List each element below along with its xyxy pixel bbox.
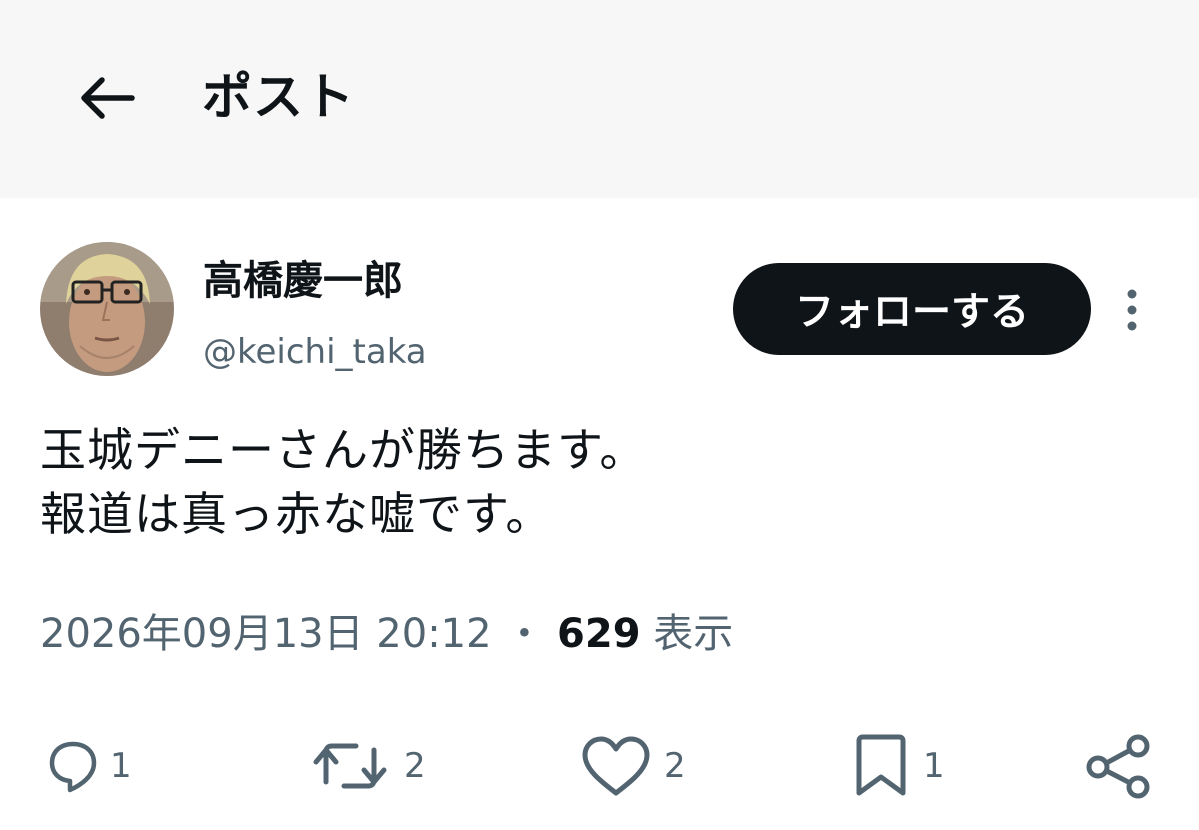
author-handle[interactable]: @keichi_taka [203, 328, 427, 376]
share-button[interactable] [1084, 730, 1152, 802]
views-count: 629 [557, 611, 641, 657]
author-name[interactable]: 高橋慶一郎 [203, 253, 403, 309]
more-vertical-icon [1127, 289, 1137, 331]
post-text-line: 報道は真っ赤な嘘です。 [40, 487, 553, 541]
views-label: 表示 [653, 611, 734, 657]
page-title: ポスト [202, 68, 355, 126]
bookmark-icon [856, 734, 906, 796]
repost-icon [313, 743, 387, 789]
bookmark-button[interactable]: 1 [851, 730, 945, 802]
post-text-line: 玉城デニーさんが勝ちます。 [40, 423, 647, 477]
post-meta: 2026年09月13日 20:12 ・ 629 表示 [40, 606, 733, 662]
follow-button[interactable]: フォローする [733, 263, 1091, 355]
like-count: 2 [664, 746, 686, 786]
share-icon [1086, 734, 1150, 799]
reply-icon [49, 741, 97, 793]
more-options-button[interactable] [1110, 282, 1154, 338]
meta-separator: ・ [504, 611, 545, 657]
like-button[interactable]: 2 [580, 730, 686, 802]
top-bar: ポスト [0, 0, 1199, 198]
timestamp[interactable]: 2026年09月13日 20:12 [40, 611, 492, 657]
repost-button[interactable]: 2 [312, 730, 426, 802]
back-button[interactable] [68, 60, 144, 136]
heart-icon [582, 736, 650, 796]
arrow-left-icon [81, 77, 135, 119]
reply-button[interactable]: 1 [48, 730, 132, 802]
repost-count: 2 [404, 746, 426, 786]
bookmark-count: 1 [923, 746, 945, 786]
avatar[interactable] [40, 242, 174, 376]
post-text: 玉城デニーさんが勝ちます。 報道は真っ赤な嘘です。 [40, 418, 1150, 546]
reply-count: 1 [110, 746, 132, 786]
